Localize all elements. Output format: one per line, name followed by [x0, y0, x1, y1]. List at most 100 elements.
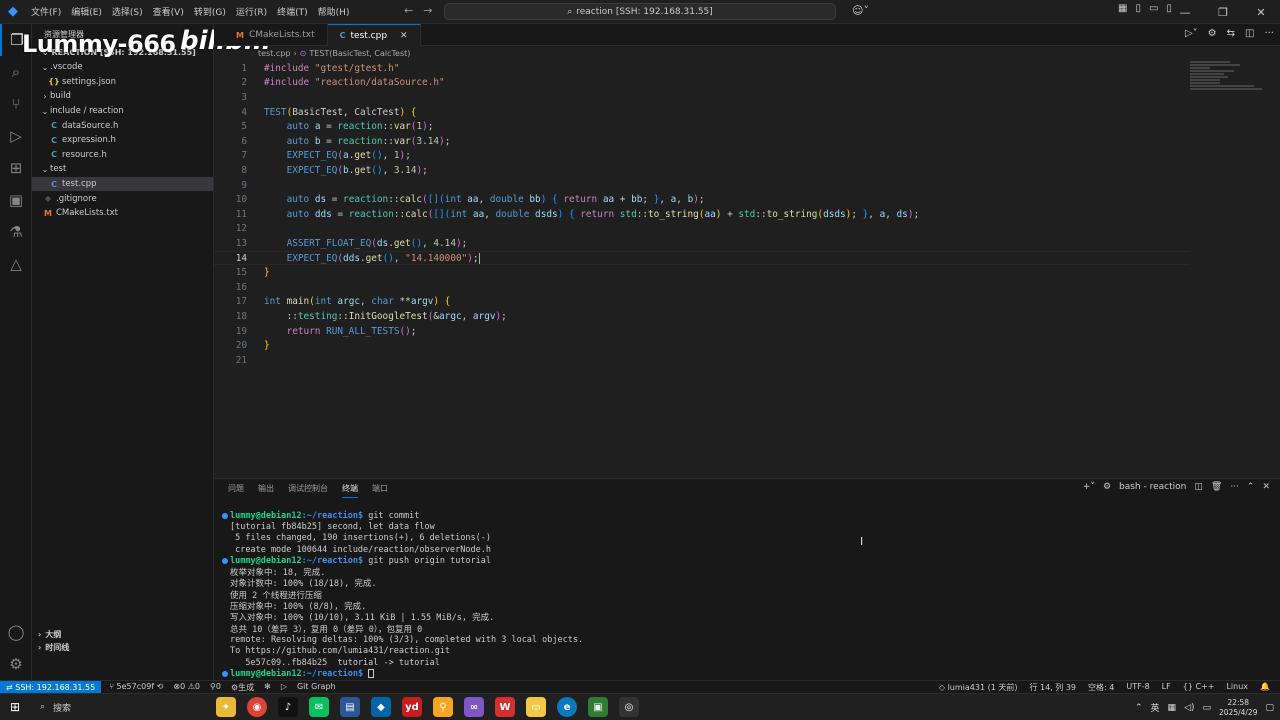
tab-test-cpp[interactable]: Ctest.cpp ✕ — [327, 24, 421, 46]
forward-arrow-icon[interactable]: → — [423, 4, 432, 17]
tab-debug-console[interactable]: 调试控制台 — [288, 483, 328, 498]
tree-item-datasource-h[interactable]: CdataSource.h — [32, 118, 213, 133]
compare-icon[interactable]: ⇆ — [1227, 28, 1235, 39]
close-icon[interactable]: ✕ — [1242, 0, 1280, 24]
menu-file[interactable]: 文件(F) — [26, 5, 66, 18]
bug-icon[interactable]: ✻ — [264, 682, 271, 693]
tiktok-icon[interactable]: ♪ — [278, 697, 298, 717]
settings-gear-icon[interactable]: ⚙ — [0, 648, 32, 680]
wps-icon[interactable]: W — [495, 697, 515, 717]
tree-item-vscode[interactable]: ⌄ .vscode — [32, 60, 213, 75]
menu-selection[interactable]: 选择(S) — [107, 5, 148, 18]
tray-expand-icon[interactable]: ⌃ — [1135, 703, 1143, 713]
tab-ports[interactable]: 端口 — [372, 483, 388, 498]
taskbar-search[interactable]: ⌕ 搜索 — [30, 697, 168, 718]
tree-item-build[interactable]: › build — [32, 89, 213, 104]
more-actions-icon[interactable]: ··· — [1264, 28, 1274, 39]
split-editor-icon[interactable]: ◫ — [1245, 28, 1254, 39]
run-icon[interactable]: ▷ — [281, 682, 287, 693]
menu-terminal[interactable]: 终端(T) — [272, 5, 313, 18]
blame-item[interactable]: ◇ lumia431 (1 天前) — [939, 682, 1018, 693]
split-terminal-icon[interactable]: ◫ — [1194, 482, 1203, 492]
back-arrow-icon[interactable]: ← — [404, 4, 413, 17]
widgets-icon[interactable]: ✦ — [216, 697, 236, 717]
wechat-icon[interactable]: ✉ — [309, 697, 329, 717]
youdao-icon[interactable]: yd — [402, 697, 422, 717]
notification-center-icon[interactable]: ▢ — [1265, 703, 1274, 713]
indentation[interactable]: 空格: 4 — [1088, 682, 1114, 693]
breadcrumb-file[interactable]: test.cpp — [258, 49, 290, 58]
menu-go[interactable]: 转到(G) — [189, 5, 231, 18]
search-app-icon[interactable]: ⚲ — [433, 697, 453, 717]
close-panel-icon[interactable]: ✕ — [1262, 482, 1270, 492]
menu-view[interactable]: 查看(V) — [148, 5, 189, 18]
testing-icon[interactable]: ⚗ — [0, 216, 32, 248]
search-view-icon[interactable]: ⌕ — [0, 56, 32, 88]
command-center[interactable]: ⌕ reaction [SSH: 192.168.31.55] — [444, 3, 836, 20]
cursor-position[interactable]: 行 14, 列 39 — [1029, 682, 1076, 693]
tree-item-include-reaction[interactable]: ⌄ include / reaction — [32, 104, 213, 119]
more-actions-icon[interactable]: ··· — [1230, 482, 1239, 492]
toggle-panel-icon[interactable]: ▭ — [1149, 3, 1158, 14]
menu-edit[interactable]: 编辑(E) — [66, 5, 107, 18]
os-indicator[interactable]: Linux — [1226, 682, 1248, 693]
tree-item-expression-h[interactable]: Cexpression.h — [32, 133, 213, 148]
breadcrumb-symbol[interactable]: TEST(BasicTest, CalcTest) — [309, 49, 410, 58]
customize-layout-icon[interactable]: ▦ — [1118, 3, 1127, 14]
run-debug-icon[interactable]: ▷ — [0, 120, 32, 152]
edge-icon[interactable]: e — [557, 697, 577, 717]
close-tab-icon[interactable]: ✕ — [400, 31, 408, 41]
run-debug-icon[interactable]: ▷˅ — [1185, 28, 1198, 39]
outline-section[interactable]: › 大纲 — [32, 628, 214, 641]
screen-recorder-icon[interactable]: ◎ — [619, 697, 639, 717]
tree-item-test[interactable]: ⌄ test — [32, 162, 213, 177]
tab-problems[interactable]: 问题 — [228, 483, 244, 498]
file-explorer-icon[interactable]: ▤ — [340, 697, 360, 717]
tab-cmakelists[interactable]: M CMakeLists.txt — [214, 24, 328, 46]
end-of-line[interactable]: LF — [1162, 682, 1171, 693]
terminal-name[interactable]: bash - reaction — [1119, 482, 1186, 492]
maximize-panel-icon[interactable]: ⌃ — [1247, 482, 1255, 492]
terminal-app-icon[interactable]: ▣ — [588, 697, 608, 717]
minimap[interactable] — [1190, 61, 1266, 101]
timeline-section[interactable]: › 时间线 — [32, 641, 214, 654]
toggle-sidebar-icon[interactable]: ▯ — [1135, 3, 1141, 14]
language-mode[interactable]: {} C++ — [1183, 682, 1215, 693]
folder-icon[interactable]: ▭ — [526, 697, 546, 717]
problems-item[interactable]: ⊗0 ⚠0 — [173, 682, 200, 693]
vscode-icon[interactable]: ◆ — [371, 697, 391, 717]
battery-icon[interactable]: ▭ — [1203, 703, 1212, 713]
encoding[interactable]: UTF-8 — [1126, 682, 1149, 693]
trash-icon[interactable]: 🗑 — [1211, 482, 1222, 492]
clock[interactable]: 22:58 2025/4/29 — [1219, 698, 1257, 718]
code-editor[interactable]: 1 #include "gtest/gtest.h" 2 #include "rea… — [214, 61, 1280, 477]
terminal-output[interactable]: lummy@debian12:~/reaction$ git commit [t… — [222, 510, 583, 679]
tree-item-cmakelists[interactable]: M CMakeLists.txt — [32, 206, 213, 221]
visual-studio-icon[interactable]: ∞ — [464, 697, 484, 717]
network-icon[interactable]: ▦ — [1168, 703, 1177, 713]
minimize-icon[interactable]: — — [1166, 0, 1204, 24]
settings-gear-icon[interactable]: ⚙ — [1208, 28, 1217, 39]
volume-icon[interactable]: ◁) — [1184, 703, 1194, 713]
remote-indicator[interactable]: ⇄ SSH: 192.168.31.55 — [0, 680, 102, 694]
ime-indicator[interactable]: 英 — [1151, 701, 1160, 714]
account-icon[interactable]: ◯ — [0, 616, 32, 648]
menu-help[interactable]: 帮助(H) — [313, 5, 355, 18]
restore-icon[interactable]: ❐ — [1204, 0, 1242, 24]
menu-run[interactable]: 运行(R) — [231, 5, 272, 18]
tree-item-resource-h[interactable]: Cresource.h — [32, 148, 213, 163]
git-graph-item[interactable]: Git Graph — [297, 682, 336, 693]
windows-start-icon[interactable]: ⊞ — [0, 700, 30, 714]
source-control-icon[interactable]: ⑂ — [0, 88, 32, 120]
tree-item-settings-json[interactable]: {} settings.json — [32, 75, 213, 90]
branch-item[interactable]: ⑂ 5e57c09f ⟲ — [109, 682, 163, 693]
chrome-icon[interactable]: ◉ — [247, 697, 267, 717]
tab-output[interactable]: 输出 — [258, 483, 274, 498]
notifications-bell-icon[interactable]: 🔔 — [1260, 682, 1270, 693]
ports-item[interactable]: ⚲0 — [210, 682, 221, 693]
extensions-icon[interactable]: ⊞ — [0, 152, 32, 184]
tree-item-gitignore[interactable]: ◆ .gitignore — [32, 191, 213, 206]
tree-item-test-cpp[interactable]: Ctest.cpp — [32, 176, 213, 192]
tab-terminal[interactable]: 终端 — [342, 483, 358, 498]
remote-explorer-icon[interactable]: ▣ — [0, 184, 32, 216]
